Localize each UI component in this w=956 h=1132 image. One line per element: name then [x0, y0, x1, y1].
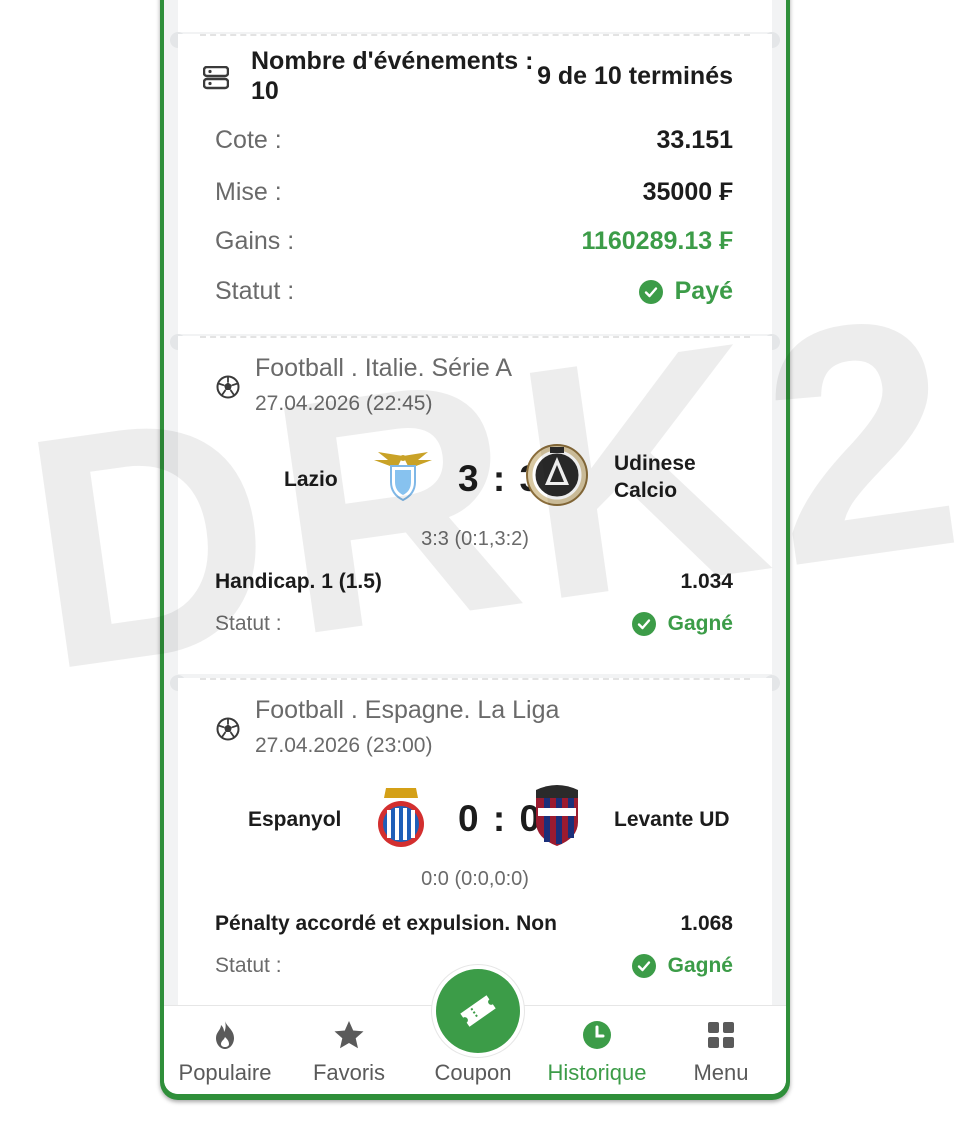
- espanyol-logo: [378, 788, 424, 847]
- bet-odds: 1.034: [680, 570, 733, 593]
- summary-card: Nombre d'événements : 10 9 de 10 terminé…: [178, 34, 772, 334]
- top-card: [178, 0, 772, 32]
- event-status-label: Statut :: [215, 612, 282, 635]
- match-datetime: 27.04.2026 (23:00): [255, 734, 433, 757]
- divider: [200, 34, 750, 36]
- event-status-text: Gagné: [667, 954, 733, 977]
- nav-favoris[interactable]: Favoris: [288, 1006, 410, 1094]
- bet-odds: 1.068: [680, 912, 733, 935]
- event-status-text: Gagné: [667, 612, 733, 635]
- mise-row: Mise : 35000 ₣: [215, 178, 733, 207]
- flame-icon: [216, 1021, 234, 1049]
- event-status: Gagné: [631, 612, 733, 636]
- nav-label: Favoris: [312, 1060, 386, 1085]
- league-name: Football . Espagne. La Liga: [255, 696, 560, 724]
- cote-label: Cote :: [215, 126, 282, 154]
- away-team: Levante UD: [614, 808, 730, 831]
- grid-icon: [708, 1022, 734, 1048]
- gains-label: Gains :: [215, 227, 295, 255]
- away-team: Udinese Calcio: [614, 450, 724, 504]
- cote-value: 33.151: [656, 126, 733, 154]
- away-team-name: Udinese Calcio: [614, 452, 696, 502]
- clock-icon: [583, 1021, 611, 1049]
- event-card[interactable]: Football . Italie. Série A 27.04.2026 (2…: [178, 336, 772, 674]
- phone-frame: Nombre d'événements : 10 9 de 10 terminé…: [160, 0, 790, 1100]
- star-icon: [334, 1021, 364, 1049]
- divider: [200, 678, 750, 680]
- nav-populaire[interactable]: Populaire: [164, 1006, 286, 1094]
- check-circle-icon: [638, 279, 663, 304]
- udinese-logo: [526, 444, 588, 506]
- bet-type: Pénalty accordé et expulsion. Non: [215, 912, 557, 935]
- nav-label: Populaire: [178, 1060, 272, 1085]
- check-circle-icon: [631, 954, 656, 978]
- event-status-label: Statut :: [215, 954, 282, 977]
- events-list-icon: [203, 66, 229, 90]
- statut-value: Payé: [638, 277, 733, 306]
- mise-label: Mise :: [215, 178, 282, 206]
- statut-text: Payé: [674, 277, 733, 305]
- ticket-icon: [460, 995, 496, 1027]
- league-name: Football . Italie. Série A: [255, 354, 513, 382]
- home-team: Lazio: [284, 468, 338, 491]
- score-detail: 3:3 (0:1,3:2): [421, 528, 529, 550]
- events-count-value: 9 de 10 terminés: [537, 62, 733, 90]
- check-circle-icon: [631, 612, 656, 636]
- gains-row: Gains : 1160289.13 ₣: [215, 227, 733, 256]
- statut-label: Statut :: [215, 277, 295, 305]
- cote-row: Cote : 33.151: [215, 126, 733, 155]
- levante-logo: [536, 785, 578, 846]
- home-team: Espanyol: [248, 808, 342, 831]
- nav-label: Menu: [693, 1060, 749, 1085]
- match-datetime: 27.04.2026 (22:45): [255, 392, 433, 415]
- bet-row: Pénalty accordé et expulsion. Non 1.068: [215, 912, 733, 936]
- statut-row: Statut : Payé: [215, 277, 733, 306]
- football-icon: [216, 375, 240, 399]
- event-status: Gagné: [631, 954, 733, 978]
- divider: [200, 336, 750, 338]
- gains-value: 1160289.13 ₣: [581, 227, 733, 255]
- events-count-label: Nombre d'événements : 10: [251, 47, 534, 105]
- nav-historique[interactable]: Historique: [536, 1006, 658, 1094]
- nav-label: Coupon: [434, 1060, 512, 1085]
- bet-type: Handicap. 1 (1.5): [215, 570, 382, 593]
- event-status-row: Statut : Gagné: [215, 612, 733, 636]
- coupon-button[interactable]: [432, 965, 524, 1057]
- bet-row: Handicap. 1 (1.5) 1.034: [215, 570, 733, 594]
- nav-menu[interactable]: Menu: [660, 1006, 782, 1094]
- mise-value: 35000 ₣: [642, 178, 733, 206]
- football-icon: [216, 717, 240, 741]
- app-screen: Nombre d'événements : 10 9 de 10 terminé…: [164, 0, 786, 1094]
- score-detail: 0:0 (0:0,0:0): [421, 868, 529, 890]
- nav-label: Historique: [547, 1060, 647, 1085]
- lazio-logo: [374, 452, 432, 502]
